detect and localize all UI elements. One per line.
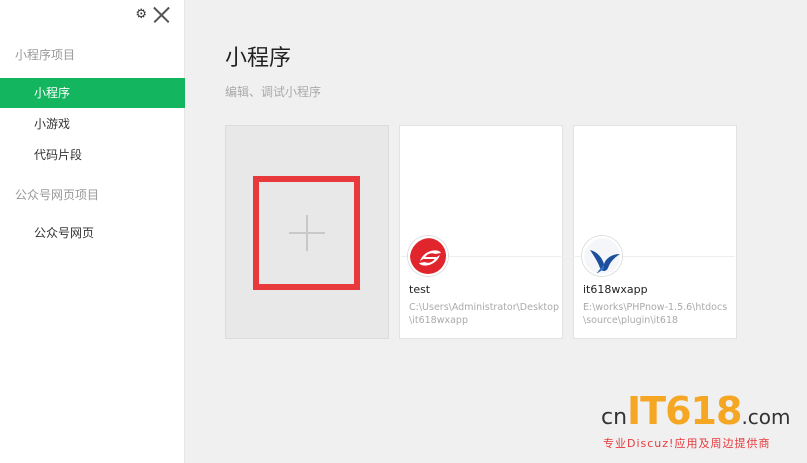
page-subtitle: 编辑、调试小程序 <box>225 85 322 99</box>
page-title: 小程序 <box>225 46 292 71</box>
bird-logo-icon <box>582 236 622 276</box>
highlight-frame <box>253 176 360 290</box>
project-card[interactable]: it618wxapp E:\works\PHPnow-1.5.6\htdocs\… <box>573 125 737 339</box>
new-project-card[interactable] <box>225 125 389 339</box>
sidebar-item-webpage[interactable]: 公众号网页 <box>0 218 185 248</box>
sidebar-item-code-snippet[interactable]: 代码片段 <box>0 140 185 170</box>
watermark-tagline: 专业Discuz!应用及周边提供商 <box>603 437 771 450</box>
sidebar-item-minigame[interactable]: 小游戏 <box>0 109 185 139</box>
sidebar-item-miniprogram[interactable]: 小程序 <box>0 78 185 108</box>
project-path: E:\works\PHPnow-1.5.6\htdocs\source\plug… <box>583 302 728 326</box>
watermark-com: .com <box>741 405 791 429</box>
watermark-logo: cnIT618.com 专业Discuz!应用及周边提供商 <box>601 389 801 455</box>
close-icon[interactable] <box>153 6 170 23</box>
sidebar: ⚙ 小程序项目 小程序 小游戏 代码片段 公众号网页项目 公众号网页 <box>0 0 185 463</box>
section-title-miniprogram: 小程序项目 <box>15 48 76 62</box>
watermark-cn: cn <box>601 405 628 430</box>
project-name: it618wxapp <box>583 283 648 296</box>
watermark-it: IT618 <box>627 389 742 433</box>
project-name: test <box>409 283 431 296</box>
window-controls: ⚙ <box>135 6 170 23</box>
red-logo-icon <box>408 236 448 276</box>
project-path: C:\Users\Administrator\Desktop\it618wxap… <box>409 302 559 326</box>
project-card[interactable]: test C:\Users\Administrator\Desktop\it61… <box>399 125 563 339</box>
section-title-webpage: 公众号网页项目 <box>15 188 100 202</box>
plus-icon <box>288 215 325 251</box>
gear-icon[interactable]: ⚙ <box>135 7 147 23</box>
